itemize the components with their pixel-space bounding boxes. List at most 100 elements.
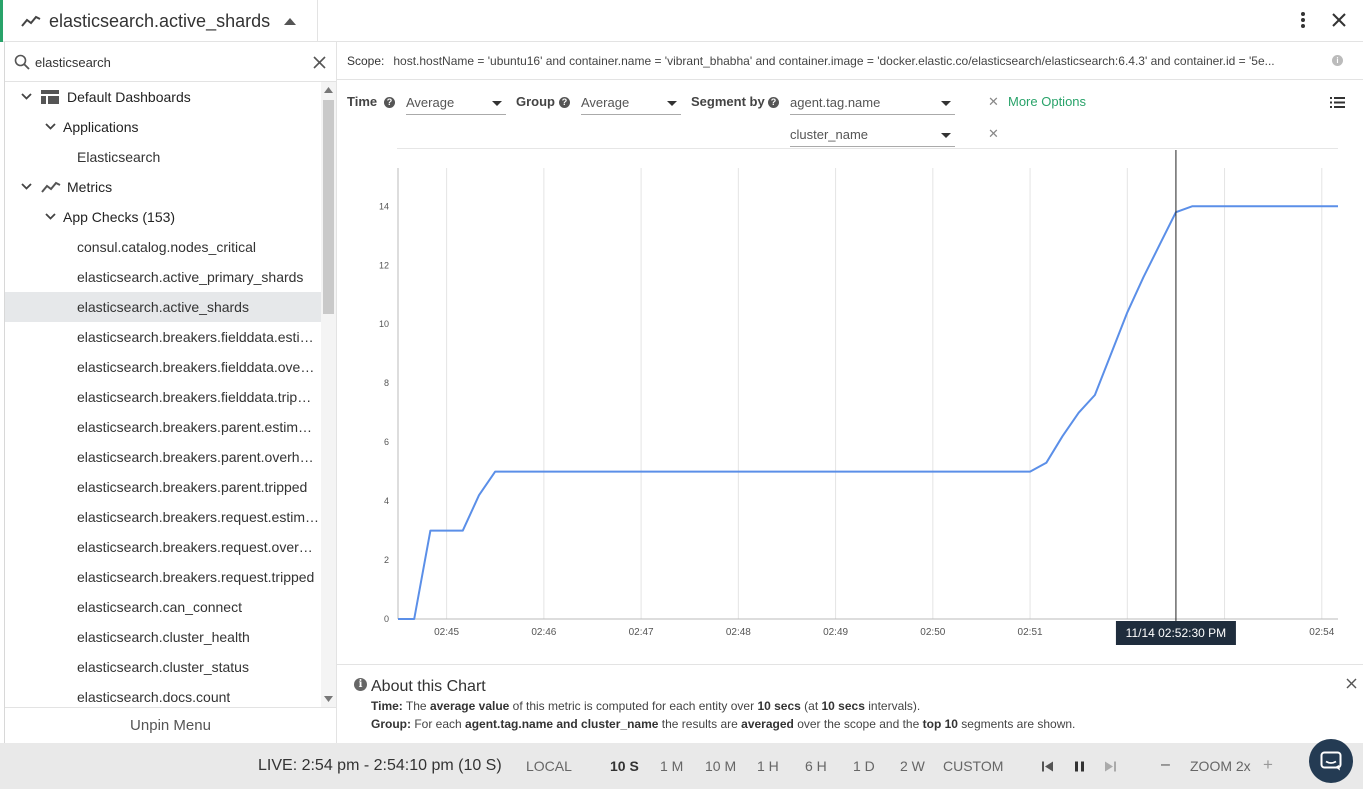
unpin-menu-button[interactable]: Unpin Menu [5, 707, 336, 743]
range-custom[interactable]: CUSTOM [943, 758, 1003, 774]
x-tick-label: 02:46 [531, 627, 556, 638]
zoom-out-button[interactable]: – [1161, 756, 1170, 774]
tree-item[interactable]: elasticsearch.docs.count [5, 682, 321, 707]
tree-item[interactable]: elasticsearch.active_shards [5, 292, 321, 322]
range-10m[interactable]: 10 M [705, 758, 736, 774]
timezone-toggle[interactable]: LOCAL [526, 758, 572, 774]
group-aggregation-select[interactable]: Average [581, 91, 681, 115]
range-1h[interactable]: 1 H [757, 758, 779, 774]
tree-item[interactable]: elasticsearch.breakers.parent.overhead [5, 442, 321, 472]
tree-item[interactable]: Default Dashboards [5, 82, 321, 112]
tree-item[interactable]: elasticsearch.breakers.fielddata.tripped [5, 382, 321, 412]
tree-item-label: Metrics [67, 179, 113, 195]
group-help-icon[interactable]: ? [559, 97, 570, 108]
pause-icon[interactable] [1074, 761, 1085, 772]
tree-item-label: Default Dashboards [67, 89, 191, 105]
tree-item-label: elasticsearch.breakers.parent.tripped [77, 479, 308, 495]
y-tick-label: 10 [379, 319, 389, 329]
y-tick-label: 14 [379, 201, 389, 211]
segment-select-2[interactable]: cluster_name [790, 123, 955, 147]
search-input[interactable] [35, 52, 295, 72]
segment-select-1[interactable]: agent.tag.name [790, 91, 955, 115]
tree-item[interactable]: elasticsearch.can_connect [5, 592, 321, 622]
tree-item-label: elasticsearch.breakers.fielddata.overh..… [77, 359, 319, 375]
tree-item[interactable]: elasticsearch.cluster_health [5, 622, 321, 652]
scroll-up-arrow[interactable] [324, 87, 333, 93]
tree-item[interactable]: Applications [5, 112, 321, 142]
skip-back-icon[interactable] [1042, 761, 1053, 772]
tree-item[interactable]: elasticsearch.breakers.request.overhe... [5, 532, 321, 562]
time-help-icon[interactable]: ? [384, 97, 395, 108]
tree-item[interactable]: consul.catalog.nodes_critical [5, 232, 321, 262]
about-chart-panel: i About this Chart Time: The average val… [337, 664, 1363, 743]
tree-item[interactable]: elasticsearch.breakers.fielddata.overh..… [5, 352, 321, 382]
metric-tree: Default Dashboards Applications Elasticsea… [5, 82, 321, 707]
scope-value: host.hostName = 'ubuntu16' and container… [393, 53, 1275, 68]
more-options-link[interactable]: More Options [1008, 94, 1086, 109]
scroll-thumb[interactable] [323, 100, 334, 314]
metrics-icon [41, 180, 61, 197]
scroll-down-arrow[interactable] [324, 696, 333, 702]
chevron-down-icon[interactable] [43, 121, 57, 133]
tree-item[interactable]: App Checks (153) [5, 202, 321, 232]
chevron-down-icon[interactable] [43, 211, 57, 223]
chevron-down-icon[interactable] [19, 91, 33, 103]
scope-bar[interactable]: Scope: host.hostName = 'ubuntu16' and co… [337, 42, 1363, 80]
chevron-down-icon [492, 101, 502, 106]
about-time-line: Time: The average value of this metric i… [371, 699, 921, 713]
y-tick-label: 2 [384, 555, 389, 565]
time-label: Time [347, 94, 378, 109]
range-6h[interactable]: 6 H [805, 758, 827, 774]
range-1d[interactable]: 1 D [853, 758, 875, 774]
more-vertical-icon[interactable] [1292, 9, 1314, 31]
tree-item-label: elasticsearch.breakers.request.estima... [77, 509, 319, 525]
remove-segment-2-icon[interactable]: ✕ [988, 126, 999, 142]
tree-item-label: elasticsearch.docs.count [77, 689, 231, 705]
sidebar-search [5, 42, 336, 82]
x-tick-label: 02:54 [1309, 627, 1334, 638]
tree-item[interactable]: elasticsearch.breakers.request.estima... [5, 502, 321, 532]
close-about-icon[interactable] [1346, 678, 1357, 689]
time-aggregation-select[interactable]: Average [406, 91, 506, 115]
about-group-line: Group: For each agent.tag.name and clust… [371, 717, 1076, 731]
tree-item[interactable]: elasticsearch.breakers.parent.estimat... [5, 412, 321, 442]
y-tick-label: 4 [384, 496, 389, 506]
tree-item-label: elasticsearch.breakers.parent.estimat... [77, 419, 319, 435]
tree-item-label: elasticsearch.breakers.fielddata.estim..… [77, 329, 319, 345]
clear-search-icon[interactable] [313, 56, 326, 69]
chat-icon [1320, 751, 1342, 771]
tree-item[interactable]: elasticsearch.breakers.request.tripped [5, 562, 321, 592]
zoom-in-button[interactable]: + [1263, 755, 1273, 775]
sidebar-scrollbar[interactable] [321, 82, 336, 707]
zoom-level-label: ZOOM 2x [1190, 758, 1251, 774]
range-2w[interactable]: 2 W [900, 758, 925, 774]
tree-item-label: elasticsearch.cluster_status [77, 659, 249, 675]
chevron-down-icon[interactable] [19, 181, 33, 193]
list-icon[interactable] [1330, 97, 1345, 108]
info-icon[interactable]: i [1332, 55, 1343, 66]
tree-item[interactable]: Metrics [5, 172, 321, 202]
x-tick-label: 02:48 [726, 627, 751, 638]
tree-item-label: elasticsearch.cluster_health [77, 629, 250, 645]
remove-segment-1-icon[interactable]: ✕ [988, 94, 999, 110]
tree-item-label: elasticsearch.breakers.request.tripped [77, 569, 315, 585]
tree-item[interactable]: Elasticsearch [5, 142, 321, 172]
close-icon[interactable] [1328, 9, 1350, 31]
y-tick-label: 8 [384, 378, 389, 388]
range-1m[interactable]: 1 M [660, 758, 683, 774]
line-chart[interactable]: 02:45 02:46 02:47 02:48 02:49 02:50 02:51 02:54… [337, 150, 1363, 650]
segment-help-icon[interactable]: ? [768, 97, 779, 108]
tree-item[interactable]: elasticsearch.active_primary_shards [5, 262, 321, 292]
tree-item-label: Elasticsearch [77, 149, 161, 165]
tree-item[interactable]: elasticsearch.breakers.fielddata.estim..… [5, 322, 321, 352]
caret-up-icon[interactable] [284, 17, 297, 25]
tree-item[interactable]: elasticsearch.breakers.parent.tripped [5, 472, 321, 502]
chat-button[interactable] [1309, 739, 1353, 783]
metric-title-tab[interactable]: elasticsearch.active_shards [3, 0, 318, 42]
chevron-down-icon [941, 133, 951, 138]
tree-item-label: elasticsearch.active_shards [77, 299, 249, 315]
tree-item[interactable]: elasticsearch.cluster_status [5, 652, 321, 682]
x-tick-label: 02:49 [823, 627, 848, 638]
range-10s[interactable]: 10 S [610, 758, 639, 774]
skip-forward-icon[interactable] [1105, 761, 1116, 772]
